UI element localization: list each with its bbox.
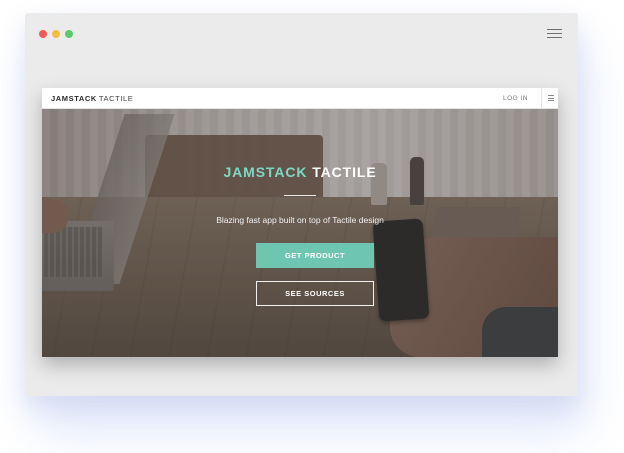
hero-tagline: Blazing fast app built on top of Tactile… bbox=[216, 215, 384, 225]
window-controls bbox=[39, 30, 73, 38]
browser-window: JAMSTACK TACTILE LOG IN JAMSTACK TACTILE… bbox=[25, 13, 578, 396]
hero-title: JAMSTACK TACTILE bbox=[42, 164, 558, 180]
brand-light: TACTILE bbox=[98, 94, 134, 103]
hero-title-accent: JAMSTACK bbox=[223, 164, 308, 180]
website-preview: JAMSTACK TACTILE LOG IN JAMSTACK TACTILE… bbox=[42, 88, 558, 357]
site-navbar: JAMSTACK TACTILE LOG IN bbox=[42, 88, 558, 109]
see-sources-button[interactable]: SEE SOURCES bbox=[256, 281, 374, 306]
maximize-dot-icon[interactable] bbox=[65, 30, 73, 38]
site-logo[interactable]: JAMSTACK TACTILE bbox=[51, 94, 133, 103]
hero-section: JAMSTACK TACTILE Blazing fast app built … bbox=[42, 109, 558, 357]
nav-hamburger-icon[interactable] bbox=[548, 95, 554, 101]
close-dot-icon[interactable] bbox=[39, 30, 47, 38]
hamburger-menu-icon[interactable] bbox=[547, 29, 562, 39]
hero-title-main: TACTILE bbox=[312, 164, 377, 180]
login-link[interactable]: LOG IN bbox=[503, 95, 528, 102]
nav-divider bbox=[541, 88, 542, 108]
title-divider bbox=[284, 195, 316, 196]
minimize-dot-icon[interactable] bbox=[52, 30, 60, 38]
brand-bold: JAMSTACK bbox=[51, 94, 97, 103]
get-product-button[interactable]: GET PRODUCT bbox=[256, 243, 374, 268]
hero-overlay bbox=[42, 109, 558, 357]
